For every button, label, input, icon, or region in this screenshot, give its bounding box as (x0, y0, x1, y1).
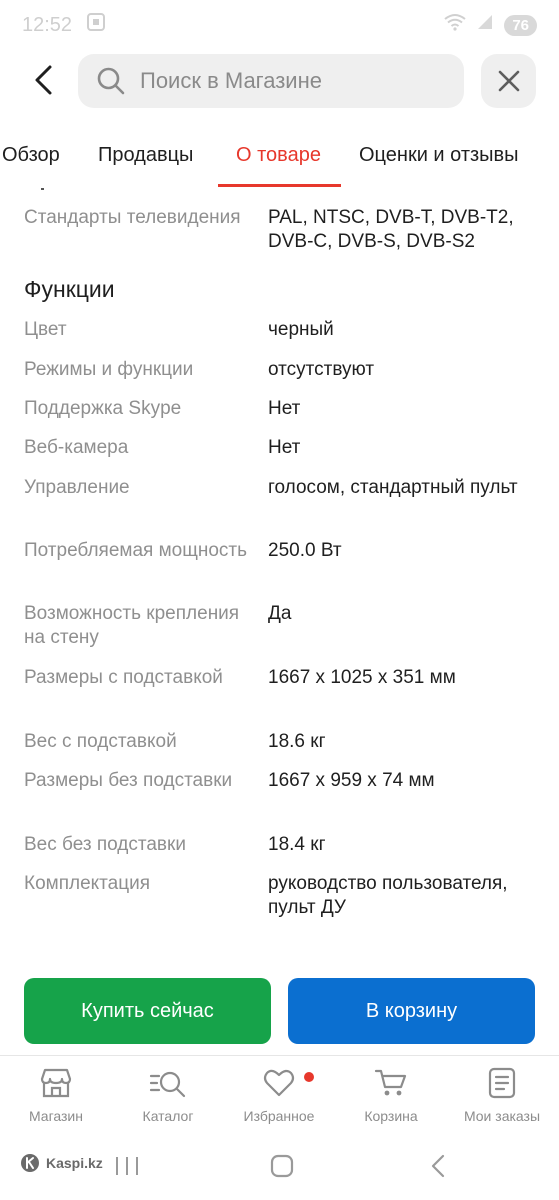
section-title-functions: Функции (24, 276, 115, 302)
spec-key: Веб-камера (24, 437, 129, 458)
spec-value: черный (268, 319, 334, 340)
store-icon (40, 1068, 72, 1098)
kaspi-logo-icon (21, 1154, 39, 1172)
status-bar: 12:52 76 (0, 0, 559, 50)
spec-key: Размеры с подставкой (24, 667, 223, 688)
screenshot-icon (86, 12, 106, 38)
catalog-search-icon (149, 1071, 186, 1098)
battery-indicator: 76 (504, 14, 537, 36)
spec-value: отсутствуют (268, 359, 375, 380)
spec-list: Стандарты телевидения PAL, NTSC, DVB-T, … (0, 188, 559, 968)
spec-key: Режимы и функции (24, 359, 194, 380)
nav-label-orders: Мои заказы (463, 1108, 541, 1124)
spec-key: Вес без подставки (24, 834, 186, 855)
spec-value: 1667 x 959 x 74 мм (268, 770, 435, 791)
nav-label-favorites: Избранное (243, 1108, 315, 1124)
active-tab-indicator (218, 184, 341, 187)
recents-button[interactable] (114, 1155, 140, 1182)
spec-key: Вес с подставкой (24, 731, 177, 752)
home-icon (270, 1154, 294, 1178)
add-to-cart-button[interactable]: В корзину (288, 978, 535, 1044)
status-time: 12:52 (22, 13, 73, 36)
recents-icon (116, 1157, 138, 1175)
home-button[interactable] (269, 1153, 295, 1184)
spec-key: Комплектация (24, 873, 151, 894)
tab-about-product[interactable]: О товаре (236, 144, 321, 167)
purchase-actions: Купить сейчас В корзину (0, 976, 559, 1046)
nav-item-favorites[interactable]: Избранное (224, 1066, 334, 1124)
search-placeholder: Поиск в Магазине (140, 68, 322, 93)
spec-value: голосом, стандартный пульт (268, 477, 518, 498)
orders-icon (488, 1067, 516, 1099)
system-back-button[interactable] (428, 1153, 448, 1184)
top-bar: Поиск в Магазине (0, 52, 559, 108)
buy-now-button[interactable]: Купить сейчас (24, 978, 271, 1044)
bottom-navigation: Магазин Каталог Избранное Корзина Мои за… (0, 1055, 559, 1135)
spec-value: 18.4 кг (268, 834, 326, 855)
nav-item-catalog[interactable]: Каталог (113, 1066, 223, 1124)
system-back-icon (431, 1154, 445, 1178)
close-icon (498, 70, 519, 92)
spec-value: Нет (268, 437, 301, 458)
spec-key: Поддержка Skype (24, 398, 182, 419)
spec-value: PAL, NTSC, DVB-T, DVB-T2, DVB-C, DVB-S, … (268, 207, 514, 252)
system-navigation-bar: Kaspi.kz (0, 1135, 559, 1200)
back-button[interactable] (22, 58, 66, 102)
kaspi-watermark: Kaspi.kz (20, 1153, 103, 1173)
spec-key: Цвет (24, 319, 67, 340)
wifi-icon (444, 13, 466, 37)
scrolled-text-fragment (41, 188, 44, 190)
close-button[interactable] (481, 54, 536, 108)
spec-value: 1667 x 1025 x 351 мм (268, 667, 456, 688)
spec-value: руководство пользователя, пульт ДУ (268, 873, 508, 918)
kaspi-brand-text: Kaspi.kz (46, 1155, 103, 1171)
tab-sellers[interactable]: Продавцы (98, 144, 193, 167)
signal-icon (476, 13, 494, 37)
spec-key: Стандарты телевидения (24, 207, 241, 228)
back-arrow-icon (35, 65, 52, 95)
nav-item-cart[interactable]: Корзина (336, 1066, 446, 1124)
spec-value: 18.6 кг (268, 731, 326, 752)
search-input[interactable]: Поиск в Магазине (78, 54, 464, 108)
spec-key: Управление (24, 477, 130, 498)
spec-key: Потребляемая мощность (24, 540, 248, 561)
nav-item-orders[interactable]: Мои заказы (447, 1066, 557, 1124)
tab-overview[interactable]: Обзор (2, 144, 60, 167)
cart-icon (374, 1069, 407, 1096)
spec-key: Размеры без подставки (24, 770, 233, 791)
search-icon (97, 67, 125, 95)
spec-key: Возможность крепления на стену (24, 603, 240, 648)
tab-reviews[interactable]: Оценки и отзывы (359, 144, 519, 167)
nav-label-store: Магазин (28, 1108, 83, 1124)
favorites-badge-dot (304, 1072, 314, 1082)
nav-item-store[interactable]: Магазин (1, 1066, 111, 1124)
spec-value: Нет (268, 398, 301, 419)
nav-label-cart: Корзина (364, 1108, 418, 1124)
heart-icon (263, 1069, 295, 1097)
product-tabs: Обзор Продавцы О товаре Оценки и отзывы (0, 128, 559, 188)
nav-label-catalog: Каталог (142, 1108, 194, 1124)
spec-value: Да (268, 603, 292, 624)
spec-value: 250.0 Вт (268, 540, 342, 561)
